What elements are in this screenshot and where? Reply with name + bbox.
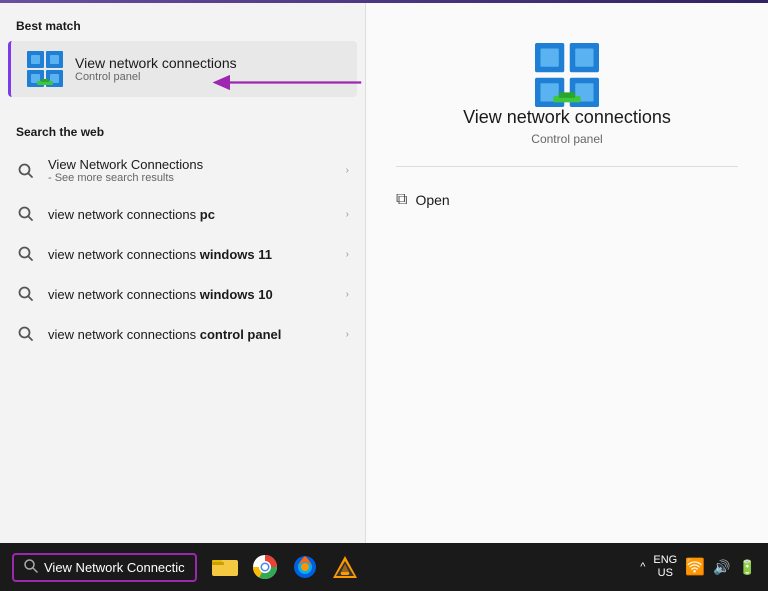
chevron-icon-2: ›: [346, 249, 349, 260]
chevron-icon-1: ›: [346, 209, 349, 220]
best-match-subtitle: Control panel: [75, 71, 237, 83]
right-panel-subtitle: Control panel: [531, 132, 602, 146]
web-item-text-2: view network connections windows 11: [48, 247, 346, 262]
best-match-item[interactable]: View network connections Control panel: [8, 41, 357, 97]
search-icon-1: [16, 204, 36, 224]
web-section-label: Search the web: [0, 109, 365, 147]
search-icon-0: [16, 161, 36, 181]
best-match-title: View network connections: [75, 55, 237, 71]
web-section: Search the web View Network Connections …: [0, 109, 365, 354]
search-icon-4: [16, 324, 36, 344]
chevron-icon-4: ›: [346, 329, 349, 340]
taskbar-search[interactable]: View Network Connectic: [12, 553, 197, 582]
web-item-sub-0: - See more search results: [48, 172, 346, 184]
taskbar-vlc[interactable]: [329, 551, 361, 583]
chevron-icon-3: ›: [346, 289, 349, 300]
lang-line1: ENG: [653, 554, 677, 567]
taskbar-right: ^ ENG US 🛜 🔊 🔋: [640, 554, 756, 580]
web-item-text-3: view network connections windows 10: [48, 287, 346, 302]
taskbar: View Network Connectic: [0, 543, 768, 591]
taskbar-firefox[interactable]: [289, 551, 321, 583]
open-external-icon: ⧉: [396, 191, 407, 209]
taskbar-search-text: View Network Connectic: [44, 560, 185, 575]
best-match-text: View network connections Control panel: [75, 55, 237, 83]
web-item-main-3: view network connections windows 10: [48, 287, 346, 302]
open-label: Open: [415, 192, 449, 208]
open-button[interactable]: ⧉ Open: [396, 183, 738, 217]
web-item-3[interactable]: view network connections windows 10 ›: [0, 274, 365, 314]
web-item-0[interactable]: View Network Connections - See more sear…: [0, 147, 365, 194]
right-panel: View network connections Control panel ⧉…: [365, 3, 768, 543]
web-item-main-2: view network connections windows 11: [48, 247, 346, 262]
web-item-4[interactable]: view network connections control panel ›: [0, 314, 365, 354]
taskbar-chrome[interactable]: [249, 551, 281, 583]
left-panel: Best match View ne: [0, 3, 365, 543]
taskbar-file-explorer[interactable]: [209, 551, 241, 583]
best-match-label: Best match: [0, 3, 365, 41]
web-item-main-1: view network connections pc: [48, 207, 346, 222]
search-icon-2: [16, 244, 36, 264]
lang-line2: US: [658, 567, 673, 580]
web-item-1[interactable]: view network connections pc ›: [0, 194, 365, 234]
taskbar-search-icon: [24, 559, 38, 576]
web-item-text-4: view network connections control panel: [48, 327, 346, 342]
web-item-2[interactable]: view network connections windows 11 ›: [0, 234, 365, 274]
desktop: Best match View ne: [0, 0, 768, 591]
taskbar-apps: [209, 551, 361, 583]
tray-expand-icon[interactable]: ^: [640, 561, 645, 573]
wifi-icon[interactable]: 🛜: [685, 557, 705, 577]
web-item-main-0: View Network Connections: [48, 157, 346, 172]
right-panel-title: View network connections: [463, 107, 671, 128]
search-icon-3: [16, 284, 36, 304]
network-connections-icon: [27, 51, 63, 87]
web-item-text-1: view network connections pc: [48, 207, 346, 222]
network-icon-large: [535, 43, 599, 107]
web-item-text-0: View Network Connections - See more sear…: [48, 157, 346, 184]
right-panel-divider: [396, 166, 738, 167]
volume-icon[interactable]: 🔊: [713, 559, 730, 576]
chevron-icon-0: ›: [346, 165, 349, 176]
language-indicator[interactable]: ENG US: [653, 554, 677, 580]
web-item-main-4: view network connections control panel: [48, 327, 346, 342]
battery-icon[interactable]: 🔋: [739, 559, 756, 576]
search-panel: Best match View ne: [0, 3, 768, 543]
